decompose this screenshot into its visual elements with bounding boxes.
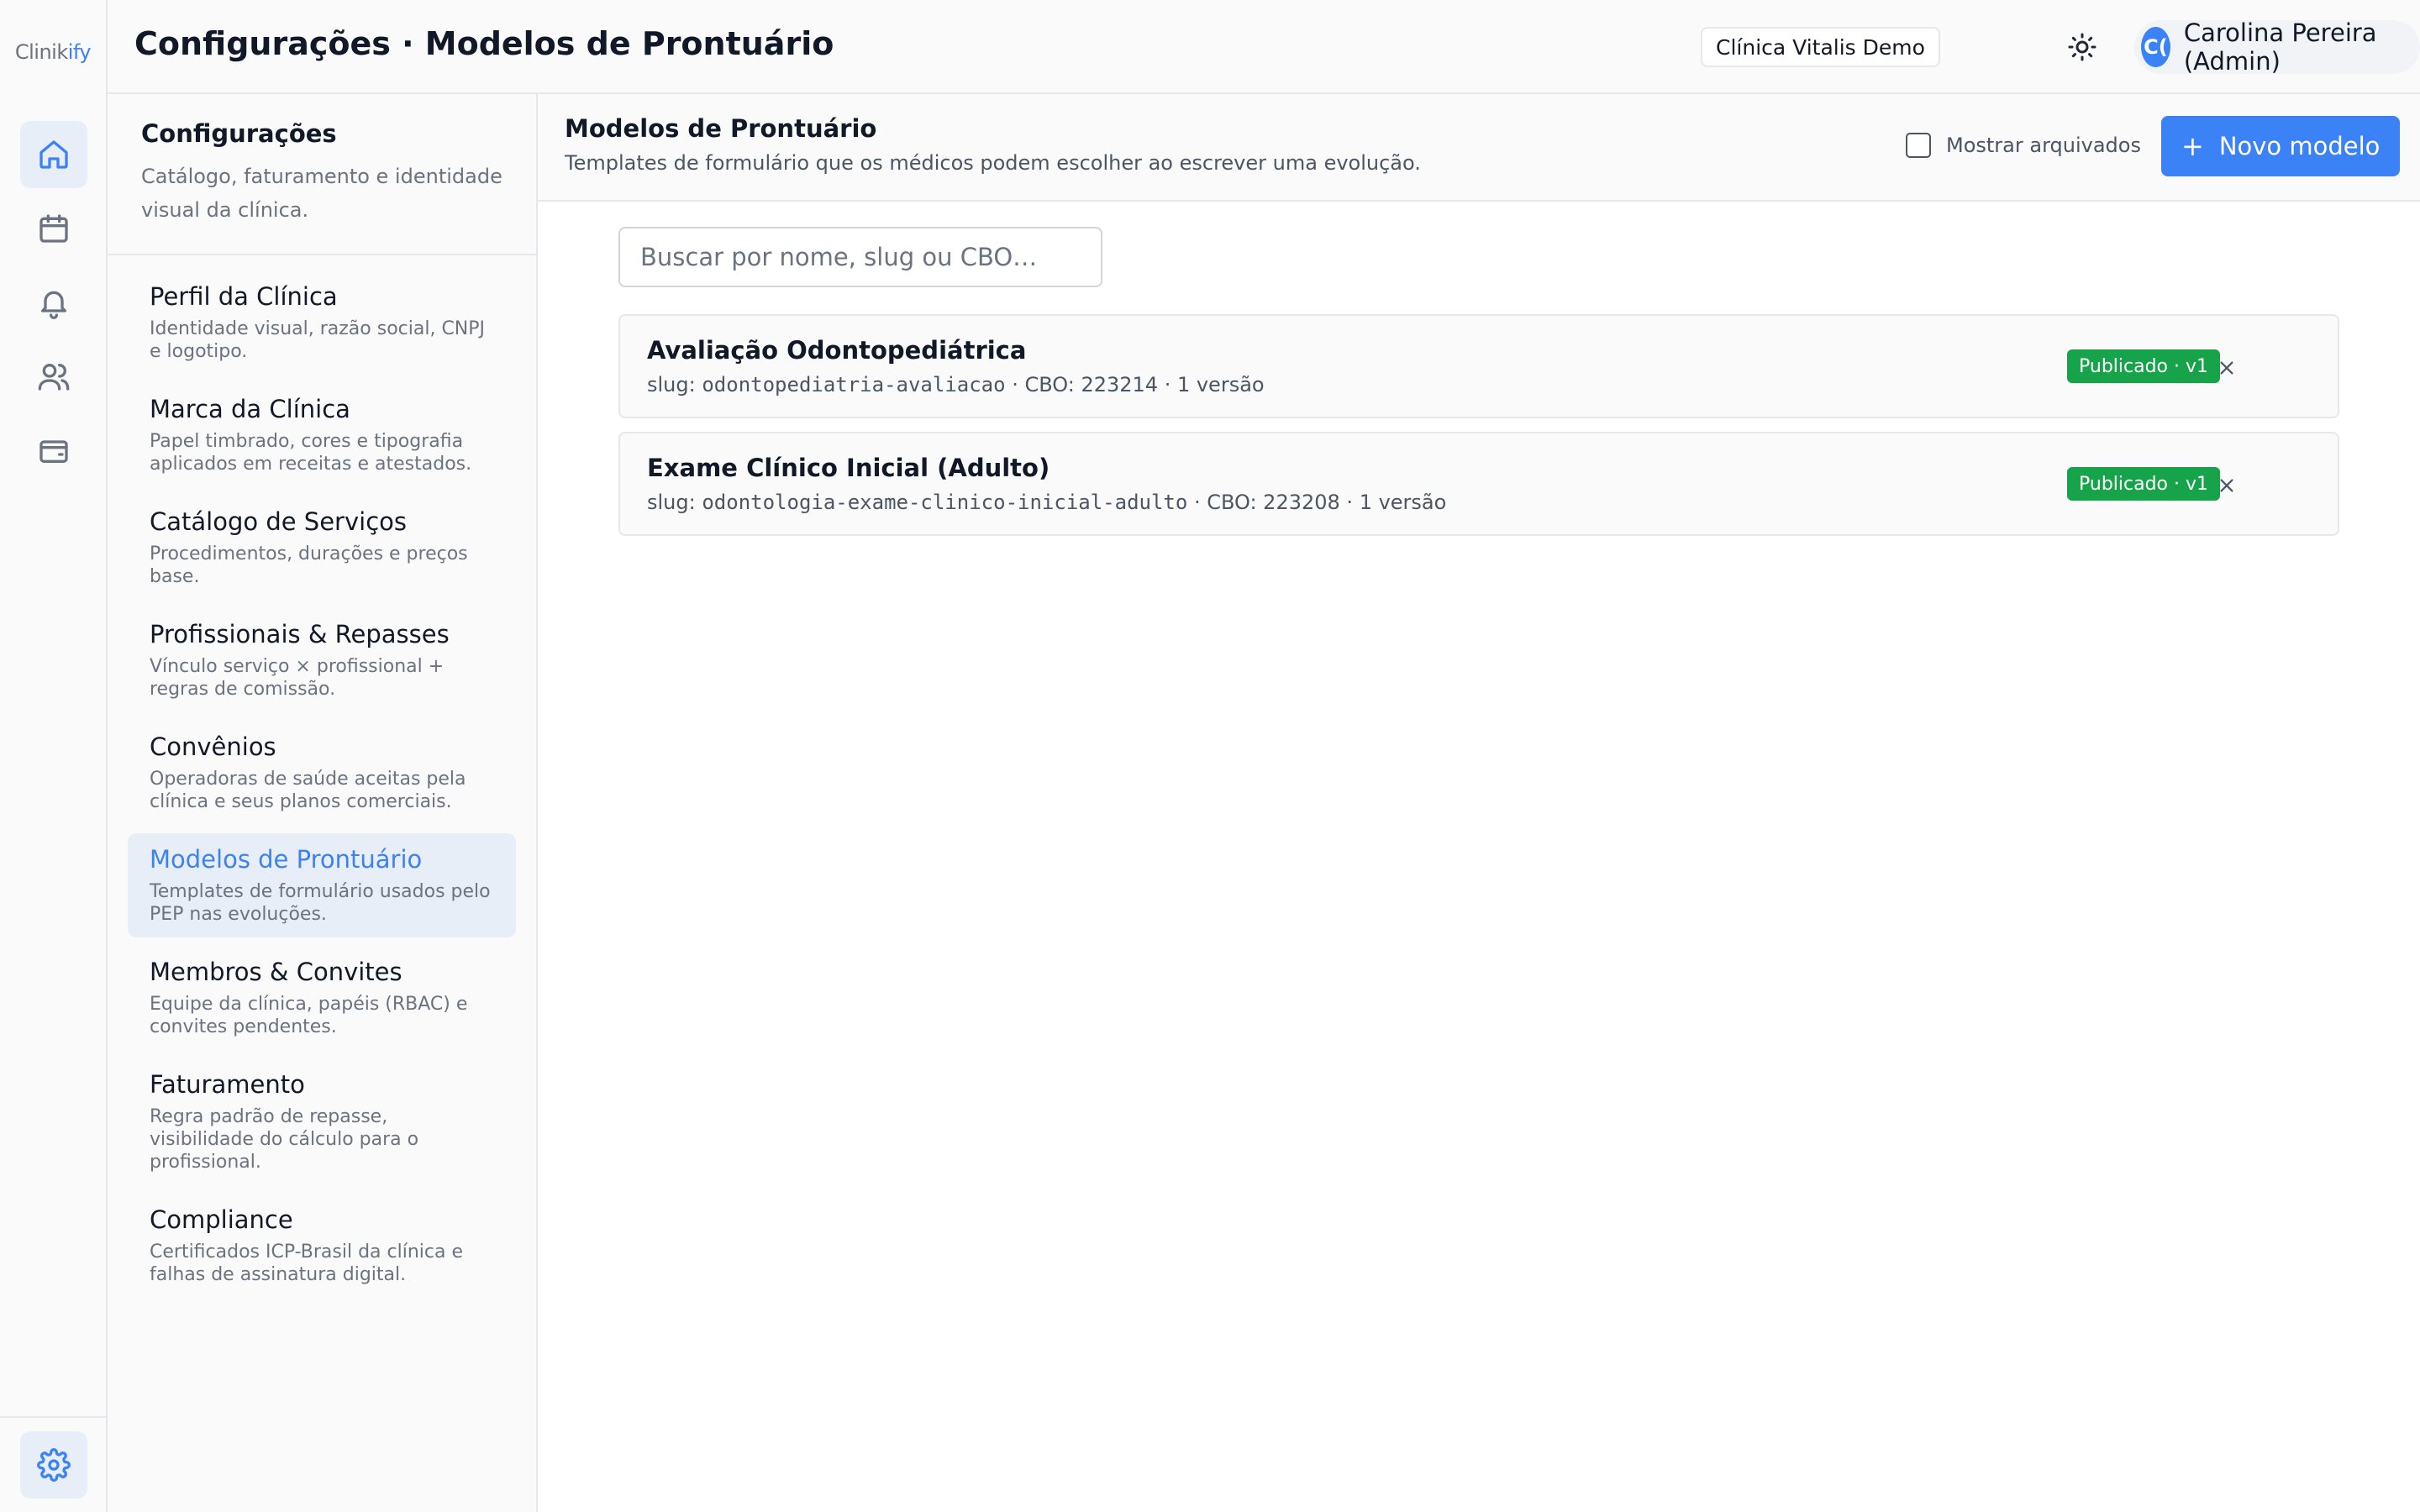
rail-divider [0, 1416, 106, 1418]
user-name: Carolina Pereira (Admin) [2183, 18, 2377, 76]
status-badge: Publicado · v1 [2067, 467, 2221, 501]
settings-nav-item[interactable]: Faturamento Regra padrão de repasse, visi… [128, 1058, 516, 1185]
rail-wallet-button[interactable] [20, 417, 87, 484]
settings-nav-item[interactable]: Profissionais & Repasses Vínculo serviço … [128, 608, 516, 712]
gear-icon [37, 1448, 71, 1482]
template-name: Avaliação Odontopediátrica [647, 336, 1027, 365]
settings-nav-item-desc: Vínculo serviço × profissional + regras … [150, 656, 445, 700]
section-subtitle: Templates de formulário que os médicos p… [565, 151, 1421, 175]
settings-nav-item[interactable]: Perfil da Clínica Identidade visual, razã… [128, 270, 516, 375]
bell-icon [41, 291, 67, 319]
settings-nav-item-desc: Templates de formulário usados pelo PEP … [150, 881, 491, 925]
theme-toggle-button[interactable] [2062, 27, 2102, 67]
template-slug-prefix: slug: [647, 373, 702, 396]
settings-sidebar: Configurações Catálogo, faturamento e id… [108, 94, 538, 1512]
template-slug: odontopediatria-avaliacao [702, 373, 1006, 396]
clinic-selector[interactable]: Clínica Vitalis Demo [1701, 27, 1940, 67]
settings-nav-item-desc: Certificados ICP-Brasil da clínica e fal… [150, 1242, 464, 1285]
settings-title: Configurações [141, 119, 337, 148]
sun-icon [2068, 33, 2096, 61]
settings-nav-item-desc: Operadoras de saúde aceitas pela clínica… [150, 769, 466, 812]
logo-prefix: Clinik [14, 40, 68, 64]
users-icon [38, 364, 70, 391]
settings-nav-item-label: Compliance [150, 1205, 293, 1234]
settings-nav-item-label: Membros & Convites [150, 958, 402, 986]
new-template-label: Novo modelo [2218, 132, 2381, 160]
archive-template-button[interactable] [2210, 351, 2244, 385]
close-icon [2220, 479, 2233, 492]
page-title: Configurações · Modelos de Prontuário [134, 25, 834, 62]
rail-calendar-button[interactable] [20, 195, 87, 262]
settings-nav-item-desc: Papel timbrado, cores e tipografia aplic… [150, 431, 472, 475]
template-meta: slug: odontologia-exame-clinico-inicial-… [647, 491, 1446, 514]
app-logo: Clinikify [0, 40, 106, 64]
settings-nav-item-label: Faturamento [150, 1070, 305, 1099]
settings-nav-item[interactable]: Marca da Clínica Papel timbrado, cores e … [128, 383, 516, 487]
template-meta-suffix: · CBO: 223214 · 1 versão [1005, 373, 1265, 396]
settings-nav-item[interactable]: Membros & Convites Equipe da clínica, pap… [128, 946, 516, 1050]
wallet-icon [39, 440, 68, 463]
show-archived-toggle[interactable]: Mostrar arquivados [1906, 133, 2141, 158]
template-slug: odontologia-exame-clinico-inicial-adulto [702, 491, 1188, 514]
status-badge: Publicado · v1 [2067, 349, 2221, 383]
settings-subtitle: Catálogo, faturamento e identidade visua… [141, 165, 502, 222]
settings-nav-item-desc: Procedimentos, durações e preços base. [150, 543, 468, 587]
settings-nav-item-label: Convênios [150, 732, 276, 761]
search-input[interactable] [618, 227, 1102, 287]
template-slug-prefix: slug: [647, 491, 702, 514]
show-archived-label: Mostrar arquivados [1946, 134, 2141, 157]
template-card[interactable]: Exame Clínico Inicial (Adulto) slug: odon… [618, 432, 2339, 536]
settings-nav-list: Perfil da Clínica Identidade visual, razã… [128, 270, 516, 1306]
new-template-button[interactable]: + Novo modelo [2161, 116, 2401, 176]
settings-nav-item-desc: Equipe da clínica, papéis (RBAC) e convi… [150, 994, 468, 1037]
settings-nav-item[interactable]: Compliance Certificados ICP-Brasil da clí… [128, 1194, 516, 1298]
show-archived-checkbox[interactable] [1906, 133, 1931, 158]
settings-nav-item-label: Profissionais & Repasses [150, 620, 450, 648]
settings-nav-item-label: Catálogo de Serviços [150, 507, 407, 536]
rail-users-button[interactable] [20, 343, 87, 410]
top-header: Configurações · Modelos de Prontuário Cl… [108, 0, 2420, 94]
settings-nav-item-desc: Regra padrão de repasse, visibilidade do… [150, 1106, 419, 1173]
template-list: Avaliação Odontopediátrica slug: odontope… [618, 314, 2339, 549]
close-icon [2220, 361, 2233, 375]
template-meta-suffix: · CBO: 223208 · 1 versão [1187, 491, 1447, 514]
logo-accent: ify [67, 40, 92, 64]
settings-nav-item-label: Perfil da Clínica [150, 282, 338, 311]
rail-settings-button[interactable] [20, 1431, 87, 1499]
plus-icon: + [2181, 130, 2204, 162]
settings-nav-item-label: Modelos de Prontuário [150, 845, 423, 874]
template-name: Exame Clínico Inicial (Adulto) [647, 454, 1050, 482]
template-meta: slug: odontopediatria-avaliacao · CBO: 2… [647, 373, 1265, 396]
user-menu[interactable]: C( Carolina Pereira (Admin) [2134, 18, 2420, 76]
home-icon [39, 140, 68, 169]
rail-home-button[interactable] [20, 121, 87, 188]
icon-rail: Clinikify [0, 0, 108, 1512]
settings-nav-item-label: Marca da Clínica [150, 395, 350, 423]
archive-template-button[interactable] [2210, 469, 2244, 502]
calendar-icon [39, 214, 68, 243]
settings-sidebar-header: Configurações Catálogo, faturamento e id… [108, 94, 536, 255]
main-content: Modelos de Prontuário Templates de formu… [538, 94, 2420, 1512]
settings-nav-item-desc: Identidade visual, razão social, CNPJ e … [150, 318, 486, 362]
rail-notifications-button[interactable] [20, 269, 87, 336]
settings-nav-item[interactable]: Catálogo de Serviços Procedimentos, duraç… [128, 496, 516, 600]
avatar: C( [2141, 27, 2170, 67]
template-card[interactable]: Avaliação Odontopediátrica slug: odontope… [618, 314, 2339, 418]
section-header: Modelos de Prontuário Templates de formu… [538, 94, 2420, 202]
section-title: Modelos de Prontuário [565, 114, 877, 143]
settings-nav-item[interactable]: Modelos de Prontuário Templates de formul… [128, 833, 516, 937]
settings-nav-item[interactable]: Convênios Operadoras de saúde aceitas pel… [128, 721, 516, 825]
